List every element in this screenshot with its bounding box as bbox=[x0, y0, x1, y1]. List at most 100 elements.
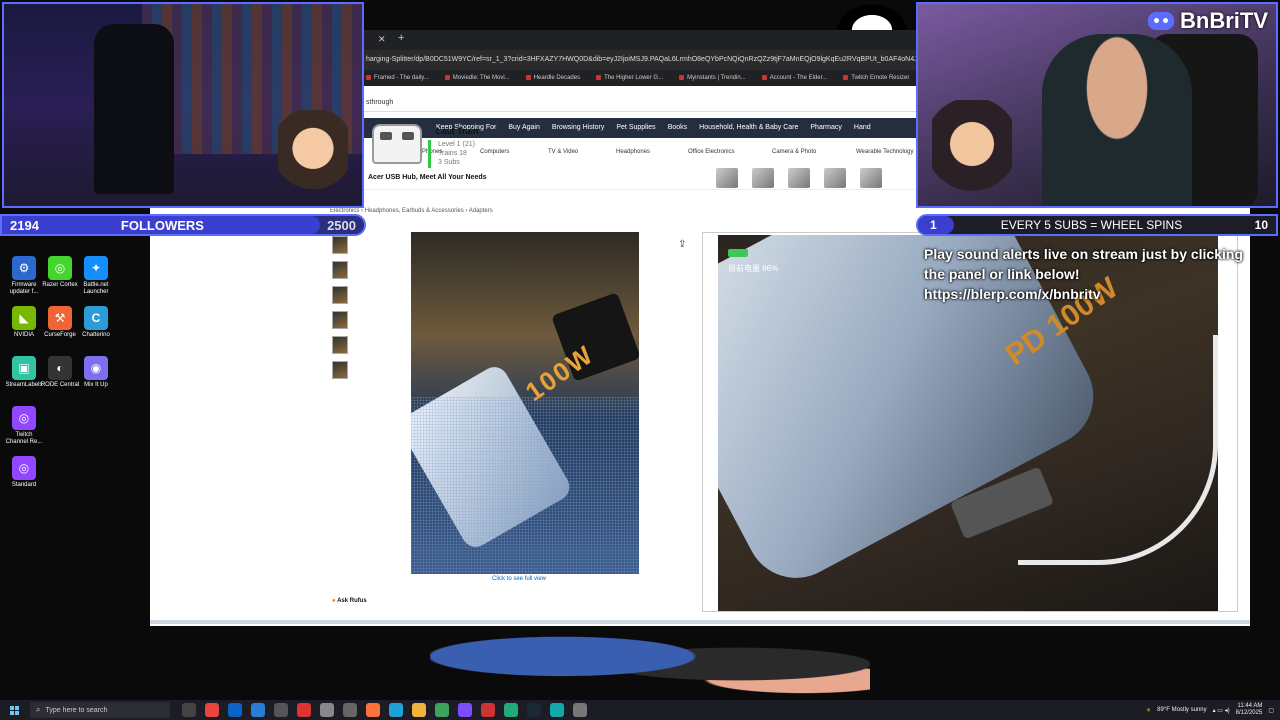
clock[interactable]: 11:44 AM 8/12/2025 bbox=[1236, 703, 1263, 717]
category-link[interactable]: Camera & Photo bbox=[772, 138, 816, 166]
promo-product-thumbs[interactable] bbox=[716, 168, 882, 188]
followers-goal: 2500 bbox=[327, 217, 356, 233]
thumbnail[interactable] bbox=[332, 286, 348, 304]
chrome-icon[interactable] bbox=[205, 703, 219, 717]
thumbnail[interactable] bbox=[332, 236, 348, 254]
nav-link[interactable]: Hand bbox=[854, 124, 871, 131]
nav-link[interactable]: Pet Supplies bbox=[616, 124, 655, 131]
subs-label: EVERY 5 SUBS = WHEEL SPINS bbox=[1000, 218, 1183, 232]
last-train-title: Last Train bbox=[436, 126, 479, 136]
product-main-image[interactable]: PD 100W bbox=[411, 232, 639, 574]
weather-icon: ☀ bbox=[1145, 707, 1152, 714]
thumbnail[interactable] bbox=[332, 361, 348, 379]
category-link[interactable]: TV & Video bbox=[548, 138, 578, 166]
notification-icon[interactable]: ▢ bbox=[1268, 707, 1274, 714]
streamer bbox=[1042, 34, 1192, 206]
desktop-icon-label: Twitch Channel Re... bbox=[5, 432, 43, 445]
desktop-icon-label: RODE Central bbox=[40, 382, 80, 388]
gaming-chair bbox=[94, 24, 174, 194]
thumbnail[interactable] bbox=[332, 311, 348, 329]
desktop-icon[interactable]: ◎ Razer Cortex bbox=[40, 256, 80, 289]
bookmark-item[interactable]: Myinstants | Trendin... bbox=[679, 75, 746, 81]
full-view-link[interactable]: Click to see full view bbox=[492, 576, 546, 582]
app-icon: ◎ bbox=[12, 456, 36, 480]
discord-icon bbox=[1148, 12, 1174, 30]
desktop-icon[interactable]: ⚒ CurseForge bbox=[40, 306, 80, 339]
desktop-icon[interactable]: ▣ StreamLabels bbox=[4, 356, 44, 389]
thumbnail[interactable] bbox=[332, 261, 348, 279]
app-icon[interactable] bbox=[297, 703, 311, 717]
desktop-icon[interactable]: ⚙ Firmware updater f... bbox=[4, 256, 44, 296]
nav-link[interactable]: Household, Health & Baby Care bbox=[699, 124, 798, 131]
bookmark-item[interactable]: The Higher Lower G... bbox=[596, 75, 663, 81]
app-icon: ◎ bbox=[12, 406, 36, 430]
category-link[interactable]: Wearable Technology bbox=[856, 138, 913, 166]
bookmark-item[interactable]: Account - The Elder... bbox=[762, 75, 828, 81]
bookmark-item[interactable]: Moviedle: The Movi... bbox=[445, 75, 510, 81]
app-icon[interactable] bbox=[320, 703, 334, 717]
steam-icon[interactable] bbox=[527, 703, 541, 717]
app-icon[interactable] bbox=[504, 703, 518, 717]
app-icon: ◐ bbox=[48, 356, 72, 380]
last-train-details: Level 1 (21) Trains 18 3 Subs bbox=[438, 141, 475, 166]
nav-link[interactable]: Browsing History bbox=[552, 124, 605, 131]
subs-current: 1 bbox=[930, 218, 937, 232]
streamer-camera: BnBriTV bbox=[916, 2, 1278, 208]
start-button[interactable] bbox=[6, 700, 22, 720]
search-text[interactable]: sthrough bbox=[366, 99, 393, 106]
desktop-icon[interactable]: ◣ NVIDIA bbox=[4, 306, 44, 339]
bookmark-item[interactable]: Framed - The daily... bbox=[366, 75, 429, 81]
desktop-icon[interactable]: C Chatterino bbox=[76, 306, 116, 339]
mascot-graphic bbox=[832, 0, 912, 30]
nav-link[interactable]: Pharmacy bbox=[810, 124, 842, 131]
subs-goal: 10 bbox=[1254, 218, 1268, 232]
search-icon: ⌕ bbox=[36, 705, 41, 714]
edge-icon[interactable] bbox=[389, 703, 403, 717]
weather-text[interactable]: 89°F Mostly sunny bbox=[1157, 707, 1206, 713]
desktop-icon[interactable]: ◉ Mix It Up bbox=[76, 356, 116, 389]
app-icon: C bbox=[84, 306, 108, 330]
nav-link[interactable]: Books bbox=[668, 124, 687, 131]
desktop-icon-label: Battle.net Launcher bbox=[83, 282, 109, 295]
app-icon[interactable] bbox=[251, 703, 265, 717]
blerp-link[interactable]: https://blerp.com/x/bnbritv bbox=[924, 284, 1269, 304]
battery-indicator: 目前电量 86% bbox=[728, 249, 778, 274]
subs-goal-bar: 1 EVERY 5 SUBS = WHEEL SPINS 10 bbox=[916, 214, 1278, 236]
category-link[interactable]: Office Electronics bbox=[688, 138, 735, 166]
image-thumbnails[interactable] bbox=[332, 236, 350, 386]
app-icon[interactable] bbox=[435, 703, 449, 717]
pinned-apps bbox=[182, 703, 587, 717]
desktop-icon[interactable]: ✦ Battle.net Launcher bbox=[76, 256, 116, 296]
train-icon bbox=[372, 124, 422, 164]
category-link[interactable]: Headphones bbox=[616, 138, 650, 166]
desktop-icon[interactable]: ◐ RODE Central bbox=[40, 356, 80, 389]
desktop-icon-label: Mix It Up bbox=[84, 382, 108, 388]
firefox-icon[interactable] bbox=[366, 703, 380, 717]
thumbnail[interactable] bbox=[332, 336, 348, 354]
close-tab-icon[interactable]: ✕ bbox=[378, 34, 386, 45]
desktop-icon[interactable]: ◎ Twitch Channel Re... bbox=[4, 406, 44, 446]
bookmark-item[interactable]: Twitch Emote Resizer bbox=[843, 75, 909, 81]
app-icon[interactable] bbox=[550, 703, 564, 717]
new-tab-icon[interactable]: + bbox=[398, 32, 404, 44]
app-icon[interactable] bbox=[573, 703, 587, 717]
taskbar-search[interactable]: ⌕ Type here to search bbox=[30, 702, 170, 718]
desktop-icon-label: Firmware updater f... bbox=[9, 282, 39, 295]
app-icon[interactable] bbox=[481, 703, 495, 717]
last-train-widget: Last Train Level 1 (21) Trains 18 3 Subs bbox=[372, 124, 502, 180]
app-icon[interactable] bbox=[274, 703, 288, 717]
tray-icons[interactable]: ▴ ▭ ◂) bbox=[1213, 707, 1230, 714]
horizontal-scrollbar[interactable] bbox=[150, 620, 1250, 624]
desktop-icon[interactable]: ◎ Standard bbox=[4, 456, 44, 489]
bookmark-item[interactable]: Heardle Decades bbox=[526, 75, 580, 81]
task-view-icon[interactable] bbox=[182, 703, 196, 717]
obs-icon[interactable] bbox=[458, 703, 472, 717]
chrome-icon[interactable] bbox=[412, 703, 426, 717]
app-icon: ▣ bbox=[12, 356, 36, 380]
ask-rufus-label[interactable]: ● Ask Rufus bbox=[332, 598, 367, 604]
outlook-icon[interactable] bbox=[228, 703, 242, 717]
app-icon: ◉ bbox=[84, 356, 108, 380]
nav-link[interactable]: Buy Again bbox=[508, 124, 540, 131]
share-icon[interactable]: ⇪ bbox=[678, 240, 688, 250]
app-icon[interactable] bbox=[343, 703, 357, 717]
